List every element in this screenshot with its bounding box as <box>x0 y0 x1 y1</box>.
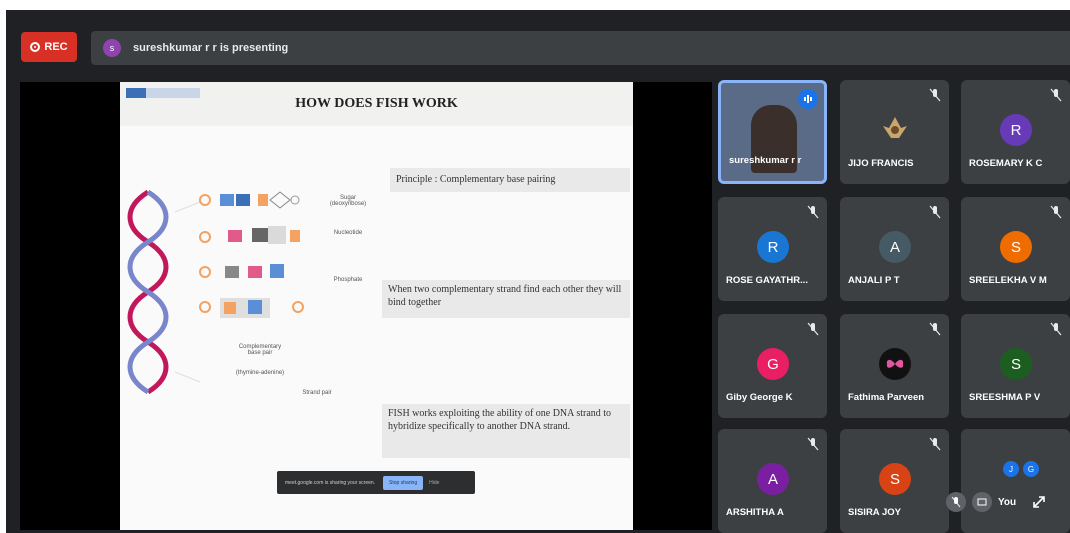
base-pairs <box>199 191 304 318</box>
record-icon <box>30 42 41 52</box>
participant-name: ARSHITHA A <box>726 507 784 518</box>
presentation-stage: HOW DOES FISH WORK Sugar (deoxyribose) N… <box>20 82 712 530</box>
participant-name: SREELEKHA V M <box>969 275 1047 286</box>
caption-strand: Strand pair <box>302 390 332 396</box>
participant-name: SREESHMA P V <box>969 392 1041 403</box>
avatar <box>879 348 911 380</box>
caption-sugar: Sugar (deoxyribose) <box>329 195 367 207</box>
participant-tile[interactable]: R ROSE GAYATHR... <box>718 197 827 301</box>
mic-muted-icon <box>929 322 941 336</box>
slide-header: HOW DOES FISH WORK <box>120 82 633 126</box>
avatar <box>879 114 911 146</box>
participant-tile[interactable]: S SREESHMA P V <box>961 314 1070 418</box>
mic-muted-icon <box>1050 322 1062 336</box>
mic-muted-icon <box>1050 88 1062 102</box>
presenter-avatar: s <box>103 39 121 57</box>
stop-sharing-button[interactable]: Stop sharing <box>383 475 424 490</box>
double-helix <box>127 189 169 395</box>
presenting-text: sureshkumar r r is presenting <box>133 42 289 54</box>
meet-window: REC s sureshkumar r r is presenting HOW … <box>6 10 1070 533</box>
caption-base-pair-sub: (thymine-adenine) <box>235 370 285 376</box>
fish-box: FISH works exploiting the ability of one… <box>382 404 630 458</box>
recording-indicator[interactable]: REC <box>21 32 77 62</box>
caption-nucleotide: Nucleotide <box>333 230 363 236</box>
self-controls: You <box>946 484 1056 520</box>
others-avatars: J G <box>1003 461 1039 477</box>
mic-muted-icon <box>929 205 941 219</box>
mic-muted-icon <box>807 205 819 219</box>
speaking-indicator-icon <box>798 89 818 109</box>
rec-label: REC <box>44 41 68 53</box>
caption-base-pair: Complementary base pair <box>238 344 282 356</box>
participant-tile[interactable]: R ROSEMARY K C <box>961 80 1070 184</box>
participant-name: ANJALI P T <box>848 275 900 286</box>
presenting-banner: s sureshkumar r r is presenting <box>91 31 1070 65</box>
avatar: R <box>757 231 789 263</box>
more-options-button[interactable] <box>972 492 992 512</box>
participant-tile[interactable]: G Giby George K <box>718 314 827 418</box>
avatar: G <box>1023 461 1039 477</box>
avatar: S <box>1000 231 1032 263</box>
participant-name: sureshkumar r r <box>729 155 802 166</box>
mic-muted-icon <box>929 437 941 451</box>
mic-off-button[interactable] <box>946 492 966 512</box>
self-video-tile[interactable]: sureshkumar r r <box>718 80 827 184</box>
slide-title: HOW DOES FISH WORK <box>295 96 458 111</box>
avatar: R <box>1000 114 1032 146</box>
share-notice: meet.google.com is sharing your screen. <box>285 479 376 486</box>
participant-tile[interactable]: JIJO FRANCIS <box>840 80 949 184</box>
avatar: A <box>757 463 789 495</box>
mic-muted-icon <box>807 322 819 336</box>
binding-box: When two complementary strand find each … <box>382 280 630 318</box>
self-label: You <box>998 496 1017 508</box>
expand-icon[interactable] <box>1032 495 1046 509</box>
mic-muted-icon <box>929 88 941 102</box>
shared-slide: HOW DOES FISH WORK Sugar (deoxyribose) N… <box>120 82 633 530</box>
participant-tile[interactable]: A ARSHITHA A <box>718 429 827 533</box>
screen-icon <box>977 498 987 506</box>
participant-name: ROSE GAYATHR... <box>726 275 809 286</box>
mic-muted-icon <box>807 437 819 451</box>
principle-box: Principle : Complementary base pairing <box>390 168 630 192</box>
avatar: J <box>1003 461 1019 477</box>
hide-share-bar-button[interactable]: Hide <box>429 480 439 486</box>
screen-share-bar: meet.google.com is sharing your screen. … <box>277 471 475 494</box>
caption-phosphate: Phosphate <box>333 277 363 283</box>
participant-tile[interactable]: S SREELEKHA V M <box>961 197 1070 301</box>
participant-name: Giby George K <box>726 392 793 403</box>
participant-tile[interactable]: S SISIRA JOY <box>840 429 949 533</box>
participant-name: Fathima Parveen <box>848 392 925 403</box>
mic-muted-icon <box>1050 205 1062 219</box>
participant-tile[interactable]: Fathima Parveen <box>840 314 949 418</box>
mic-off-icon <box>951 496 961 508</box>
participant-name: SISIRA JOY <box>848 507 901 518</box>
avatar: A <box>879 231 911 263</box>
avatar: G <box>757 348 789 380</box>
participant-name: ROSEMARY K C <box>969 158 1043 169</box>
participant-tile[interactable]: A ANJALI P T <box>840 197 949 301</box>
top-bar: REC s sureshkumar r r is presenting <box>6 10 1070 72</box>
avatar: S <box>1000 348 1032 380</box>
participant-name: JIJO FRANCIS <box>848 158 914 169</box>
avatar: S <box>879 463 911 495</box>
dna-diagram <box>127 189 304 395</box>
